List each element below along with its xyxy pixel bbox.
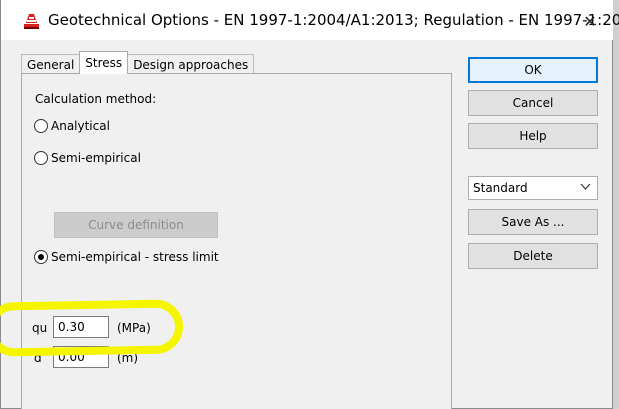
tab-strip: General Stress Design approaches — [21, 51, 255, 74]
radio-label: Analytical — [51, 119, 110, 133]
geotechnical-app-icon — [24, 14, 39, 29]
title-bar: Geotechnical Options - EN 1997-1:2004/A1… — [1, 0, 619, 40]
radio-circle — [34, 119, 48, 133]
qu-unit-label: (MPa) — [117, 321, 151, 335]
radio-dot — [38, 254, 44, 260]
tab-general[interactable]: General — [21, 54, 81, 74]
radio-semi-empirical-stress-limit[interactable]: Semi-empirical - stress limit — [34, 250, 219, 264]
calculation-method-label: Calculation method: — [35, 92, 157, 106]
stress-tab-panel: Calculation method: Analytical Semi-empi… — [21, 73, 452, 409]
radio-semi-empirical[interactable]: Semi-empirical — [34, 151, 141, 165]
window-title: Geotechnical Options - EN 1997-1:2004/A1… — [48, 11, 619, 29]
radio-circle — [34, 151, 48, 165]
d-label: d — [34, 351, 42, 365]
cancel-button[interactable]: Cancel — [468, 90, 598, 116]
tab-stress[interactable]: Stress — [79, 51, 129, 74]
help-button[interactable]: Help — [468, 123, 598, 149]
background-window-edge — [613, 0, 619, 409]
preset-selected-value: Standard — [473, 181, 528, 195]
radio-circle-selected — [34, 250, 48, 264]
radio-label: Semi-empirical - stress limit — [51, 250, 219, 264]
radio-label: Semi-empirical — [51, 151, 141, 165]
close-icon[interactable]: ✕ — [573, 8, 607, 34]
ok-button[interactable]: OK — [468, 57, 598, 83]
d-unit-label: (m) — [117, 351, 139, 365]
d-input[interactable]: 0.00 — [53, 346, 109, 368]
geotechnical-options-dialog: Geotechnical Options - EN 1997-1:2004/A1… — [0, 0, 619, 409]
radio-analytical[interactable]: Analytical — [34, 119, 110, 133]
qu-input[interactable]: 0.30 — [53, 316, 109, 338]
save-as-button[interactable]: Save As ... — [468, 209, 598, 235]
tab-design-approaches[interactable]: Design approaches — [127, 54, 255, 74]
curve-definition-button: Curve definition — [54, 212, 218, 238]
delete-button[interactable]: Delete — [468, 243, 598, 269]
chevron-down-icon — [580, 181, 591, 195]
preset-dropdown[interactable]: Standard — [468, 176, 598, 200]
qu-label: qu — [32, 321, 48, 335]
